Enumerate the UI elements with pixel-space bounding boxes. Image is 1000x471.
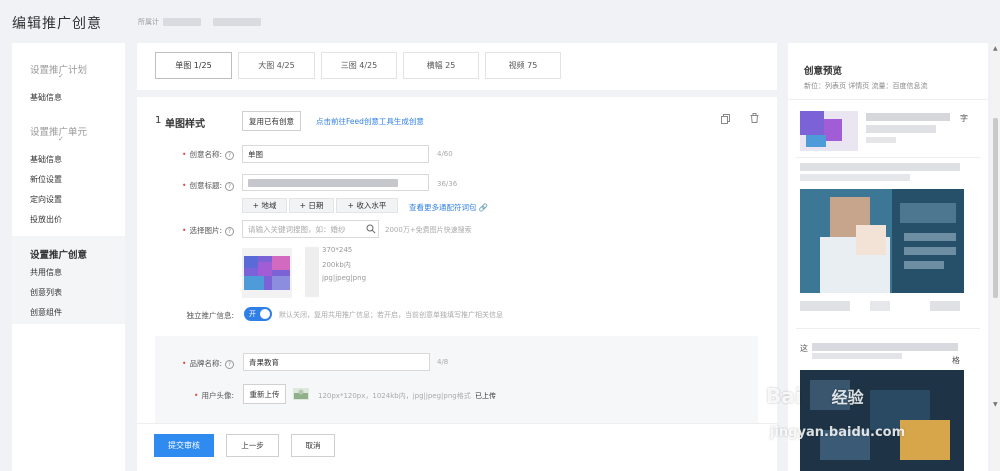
divider (796, 328, 980, 329)
brand-char-counter: 4/8 (437, 358, 449, 366)
step-sidebar: 设置推广计划 ✓ 基础信息 设置推广单元 ✓ 基础信息 新位设置 定向设置 投放… (12, 43, 125, 471)
image-search-hint: 2000万+免费图片快速搜索 (385, 226, 472, 234)
sidebar-group-creative[interactable]: 设置推广创意 (30, 247, 87, 261)
image-search-placeholder: 请输入关键词搜图，如：婚纱 (248, 224, 346, 234)
scroll-up-icon[interactable]: ▲ (993, 45, 998, 52)
insert-region-button[interactable]: + 地域 (242, 198, 287, 213)
sidebar-item-unit-basic[interactable]: 基础信息 (30, 154, 62, 165)
preview-meta: 新位：列表页 详情页 流量：百度信息流 (804, 82, 928, 90)
breadcrumb-prefix: 所属计 (138, 18, 159, 26)
help-icon[interactable]: ? (225, 226, 234, 236)
redacted-plan-name (163, 18, 202, 26)
independent-promo-hint: 默认关闭，复用共用推广信息；若开启，当前创意单独填写推广相关信息 (279, 311, 503, 319)
divider (796, 157, 980, 158)
reupload-avatar-button[interactable]: 重新上传 (243, 384, 286, 404)
insert-income-button[interactable]: + 收入水平 (336, 198, 398, 213)
redacted-footer-2 (800, 299, 964, 319)
scroll-thumb[interactable] (993, 118, 998, 298)
copy-icon[interactable] (721, 114, 730, 124)
insert-date-button[interactable]: + 日期 (289, 198, 334, 213)
tab-large-image[interactable]: 大图 4/25 (238, 52, 315, 79)
image-spec-filesize: 200kb内 (322, 261, 351, 269)
submit-review-button[interactable]: 提交审核 (154, 434, 214, 457)
sidebar-item-shared-info[interactable]: 共用信息 (30, 267, 62, 278)
previous-step-button[interactable]: 上一步 (226, 434, 279, 457)
check-icon: ✓ (58, 72, 64, 80)
selected-image-thumbnail[interactable] (242, 248, 292, 298)
image-spec-format: jpg|jpeg|png (322, 274, 367, 282)
preview-image-1 (800, 111, 858, 151)
reuse-creative-button[interactable]: 复用已有创意 (242, 111, 301, 131)
brand-name-label: • 品牌名称:? (167, 358, 234, 369)
divider (788, 99, 988, 100)
sidebar-item-targeting[interactable]: 定向设置 (30, 194, 62, 205)
page-title: 编辑推广创意 (12, 16, 102, 32)
watermark-url: jingyan.baidu.com (770, 425, 906, 440)
preview-text-fragment: 这 (800, 344, 808, 353)
creative-title-input[interactable] (242, 174, 429, 191)
redacted-title-text (248, 178, 398, 187)
title-char-counter: 36/36 (437, 180, 458, 188)
tab-video[interactable]: 视频 75 (485, 52, 561, 79)
preview-scrollbar[interactable]: ▲ ▼ (991, 43, 1000, 471)
scroll-down-icon[interactable]: ▼ (993, 401, 998, 408)
image-spec-size: 370*245 (322, 246, 353, 254)
trash-icon[interactable] (750, 113, 759, 123)
preview-text-fragment: 字 (960, 114, 968, 123)
sidebar-item-bidding[interactable]: 投放出价 (30, 214, 62, 225)
toggle-on-text: 开 (249, 310, 256, 318)
avatar-preview (293, 388, 309, 400)
independent-promo-toggle[interactable]: 开 (244, 307, 272, 321)
editor-panel: 单图 1/25 大图 4/25 三图 4/25 横幅 25 视频 75 1 单图… (137, 43, 777, 471)
help-icon[interactable]: ? (225, 359, 234, 369)
avatar-label: • 用户头像: (194, 391, 234, 400)
toggle-knob (260, 309, 270, 319)
redacted-unit-name (213, 18, 262, 26)
brand-name-input[interactable]: 青果教育 (243, 353, 430, 371)
preview-image-2 (800, 189, 964, 293)
select-image-label: • 选择图片:? (167, 225, 234, 236)
tab-banner[interactable]: 横幅 25 (403, 52, 479, 79)
help-icon[interactable]: ? (225, 181, 234, 191)
watermark-logo: Bai 经验 (766, 384, 864, 408)
section-title: 单图样式 (165, 119, 205, 130)
name-char-counter: 4/60 (437, 150, 453, 158)
breadcrumb: 所属计 (138, 17, 262, 27)
avatar-spec-hint: 120px*120px，1024kb内，jpg|jpeg|png格式 (318, 392, 471, 400)
sidebar-item-placement[interactable]: 新位设置 (30, 174, 62, 185)
sidebar-item-creative-components[interactable]: 创意组件 (30, 307, 62, 318)
check-icon: ✓ (58, 135, 64, 143)
creative-name-label: • 创意名称:? (167, 149, 234, 160)
preview-text-fragment: 格 (952, 356, 960, 365)
creative-title-label: • 创意标题:? (167, 180, 234, 191)
preview-title: 创意预览 (804, 66, 843, 77)
feed-tool-link[interactable]: 点击前往Feed创意工具生成创意 (316, 116, 424, 127)
search-icon[interactable] (366, 224, 376, 234)
independent-promo-label: 独立推广信息: (186, 311, 234, 320)
tab-single-image[interactable]: 单图 1/25 (155, 52, 232, 79)
cancel-button[interactable]: 取消 (291, 434, 335, 457)
more-wildcards-link[interactable]: 查看更多通配符词包 🔗 (409, 202, 488, 213)
watermark-brand-cn: 经验 (831, 388, 864, 407)
divider (137, 90, 777, 97)
creative-name-input[interactable]: 单图 (242, 145, 429, 163)
redacted-headline-1 (866, 113, 956, 147)
tab-three-image[interactable]: 三图 4/25 (321, 52, 397, 79)
avatar-upload-status: 已上传 (475, 392, 496, 400)
section-index: 1 (155, 115, 162, 126)
redacted-spec-label (305, 247, 319, 297)
sidebar-item-plan-basic[interactable]: 基础信息 (30, 92, 62, 103)
help-icon[interactable]: ? (225, 150, 234, 160)
redacted-headline-3 (812, 341, 962, 361)
image-search-input[interactable]: 请输入关键词搜图，如：婚纱 (242, 220, 379, 238)
watermark-brand: Bai (766, 384, 802, 408)
sidebar-item-creative-list[interactable]: 创意列表 (30, 287, 62, 298)
redacted-headline-2 (800, 163, 964, 183)
